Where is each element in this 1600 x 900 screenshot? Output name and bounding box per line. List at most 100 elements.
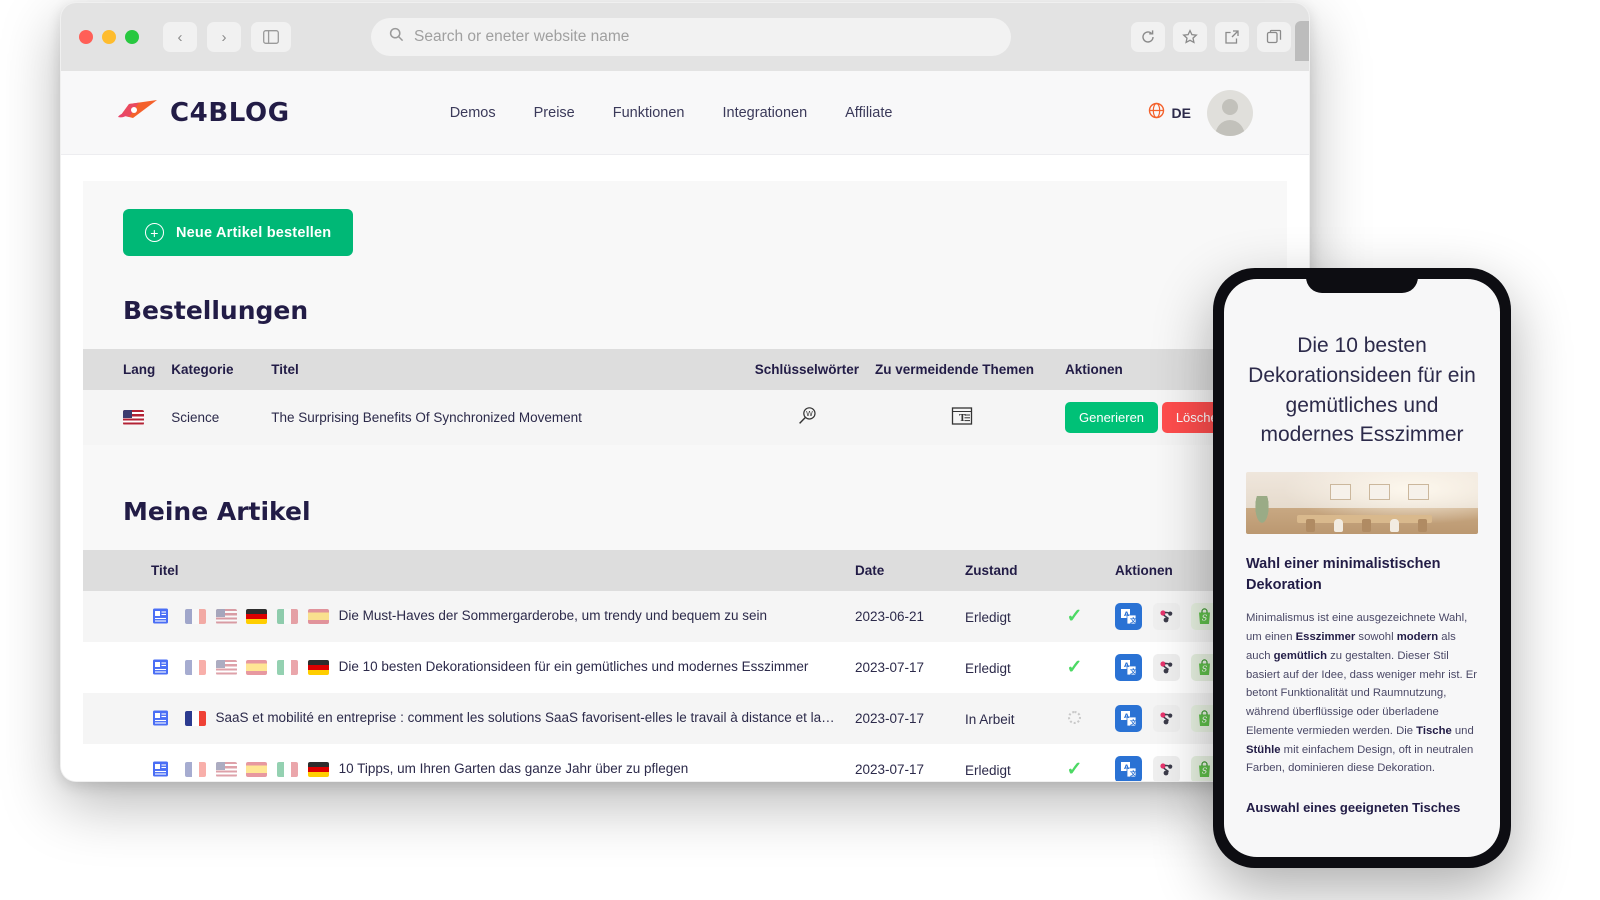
col-art-titel: Titel xyxy=(143,550,847,591)
table-row[interactable]: Die Must-Haves der Sommergarderobe, um t… xyxy=(83,591,1287,642)
cell-zustand: Erledigt ✓ xyxy=(957,642,1107,693)
svg-text:文: 文 xyxy=(1129,718,1137,727)
minimize-window-button[interactable] xyxy=(102,30,116,44)
articles-section-title: Meine Artikel xyxy=(123,497,1247,526)
col-zustand: Zustand xyxy=(957,550,1107,591)
para-bold: modern xyxy=(1397,631,1438,643)
wall-frame-3 xyxy=(1408,484,1429,500)
wordpress-icon[interactable] xyxy=(1153,756,1180,782)
chair-1 xyxy=(1306,519,1315,532)
tabs-icon[interactable] xyxy=(1257,22,1291,52)
status-label: In Arbeit xyxy=(965,712,1015,727)
para-bold: Esszimmer xyxy=(1296,631,1356,643)
flag-de-icon xyxy=(308,762,329,777)
cell-kategorie: Science xyxy=(163,390,263,445)
generate-button[interactable]: Generieren xyxy=(1065,402,1158,433)
table-row[interactable]: 10 Tipps, um Ihren Garten das ganze Jahr… xyxy=(83,744,1287,782)
cell-zustand: Erledigt ✓ xyxy=(957,744,1107,782)
articles-table: Titel Date Zustand Aktionen xyxy=(83,550,1287,782)
cell-avoid-topics[interactable]: T xyxy=(867,390,1057,445)
content-inner: + Neue Artikel bestellen Bestellungen xyxy=(83,209,1287,325)
translate-icon[interactable]: A文 xyxy=(1115,603,1142,630)
article-doc-icon xyxy=(151,709,170,728)
article-doc-icon xyxy=(151,658,170,677)
cell-spacer xyxy=(83,693,143,744)
bookmark-star-icon[interactable] xyxy=(1173,22,1207,52)
reload-icon[interactable] xyxy=(1131,22,1165,52)
col-schluesselwoerter: Schlüsselwörter xyxy=(747,349,867,390)
cell-spacer xyxy=(83,591,143,642)
table-row[interactable]: Die 10 besten Dekorationsideen für ein g… xyxy=(83,642,1287,693)
svg-text:文: 文 xyxy=(1129,616,1137,625)
article-title: Die 10 besten Dekorationsideen für ein g… xyxy=(339,659,809,674)
flag-us-icon xyxy=(123,410,144,425)
col-zu-vermeidende-themen: Zu vermeidende Themen xyxy=(867,349,1057,390)
wordpress-icon[interactable] xyxy=(1153,603,1180,630)
content-card: + Neue Artikel bestellen Bestellungen La… xyxy=(83,181,1287,781)
flag-fr-icon xyxy=(185,711,206,726)
status-label: Erledigt xyxy=(965,763,1011,778)
translate-icon[interactable]: A文 xyxy=(1115,654,1142,681)
chair-4 xyxy=(1390,519,1399,532)
maximize-window-button[interactable] xyxy=(125,30,139,44)
flag-de-icon xyxy=(308,660,329,675)
new-tab-button[interactable]: + xyxy=(1295,21,1310,61)
translate-icon[interactable]: A文 xyxy=(1115,705,1142,732)
nav-item-affiliate[interactable]: Affiliate xyxy=(845,105,892,121)
user-avatar[interactable] xyxy=(1207,90,1253,136)
article-doc-icon xyxy=(151,607,170,626)
cell-date: 2023-06-21 xyxy=(847,591,957,642)
table-row[interactable]: Science The Surprising Benefits Of Synch… xyxy=(83,390,1287,445)
back-button[interactable]: ‹ xyxy=(163,22,197,52)
dining-room-photo xyxy=(1246,472,1478,534)
cell-article-titel: SaaS et mobilité en entreprise : comment… xyxy=(143,693,847,744)
browser-titlebar: ‹ › Search or eneter website name xyxy=(61,3,1309,71)
orders-table-body: Science The Surprising Benefits Of Synch… xyxy=(83,390,1287,445)
flag-it-icon xyxy=(277,609,298,624)
keyword-search-icon: W xyxy=(796,405,818,430)
para-part: sowohl xyxy=(1355,631,1396,643)
articles-table-head: Titel Date Zustand Aktionen xyxy=(83,550,1287,591)
para-part: mit einfachem Design, oft in neutralen F… xyxy=(1246,744,1473,775)
browser-window: ‹ › Search or eneter website name xyxy=(60,2,1310,782)
share-icon[interactable] xyxy=(1215,22,1249,52)
svg-text:A: A xyxy=(1124,712,1129,720)
order-button-label: Neue Artikel bestellen xyxy=(176,225,331,241)
order-new-articles-button[interactable]: + Neue Artikel bestellen xyxy=(123,209,353,256)
cell-date: 2023-07-17 xyxy=(847,693,957,744)
cell-keywords[interactable]: W xyxy=(747,390,867,445)
language-selector[interactable]: DE xyxy=(1148,102,1191,124)
articles-header-row: Titel Date Zustand Aktionen xyxy=(83,550,1287,591)
para-bold: Tische xyxy=(1416,725,1452,737)
cell-date: 2023-07-17 xyxy=(847,744,957,782)
nav-item-demos[interactable]: Demos xyxy=(450,105,496,121)
col-date: Date xyxy=(847,550,957,591)
articles-inner: Meine Artikel xyxy=(83,497,1287,526)
close-window-button[interactable] xyxy=(79,30,93,44)
address-bar[interactable]: Search or eneter website name xyxy=(371,18,1011,56)
plant-decor xyxy=(1254,496,1270,526)
article-title: Die Must-Haves der Sommergarderobe, um t… xyxy=(339,608,767,623)
flag-es-icon xyxy=(308,609,329,624)
globe-icon xyxy=(1148,102,1165,124)
check-icon: ✓ xyxy=(1067,759,1083,780)
wordpress-icon[interactable] xyxy=(1153,705,1180,732)
para-bold: Stühle xyxy=(1246,744,1281,756)
orders-header-row: Lang Kategorie Titel Schlüsselwörter Zu … xyxy=(83,349,1287,390)
site-logo[interactable]: C4BLOG xyxy=(117,97,290,128)
language-code: DE xyxy=(1172,105,1191,121)
nav-item-preise[interactable]: Preise xyxy=(534,105,575,121)
nav-item-integrationen[interactable]: Integrationen xyxy=(722,105,807,121)
cell-article-titel: 10 Tipps, um Ihren Garten das ganze Jahr… xyxy=(143,744,847,782)
translate-icon[interactable]: A文 xyxy=(1115,756,1142,782)
nav-item-funktionen[interactable]: Funktionen xyxy=(613,105,685,121)
sidebar-icon[interactable] xyxy=(251,22,291,52)
flag-de-icon xyxy=(246,609,267,624)
wordpress-icon[interactable] xyxy=(1153,654,1180,681)
cell-article-titel: Die 10 besten Dekorationsideen für ein g… xyxy=(143,642,847,693)
forward-button[interactable]: › xyxy=(207,22,241,52)
logo-text: C4BLOG xyxy=(170,98,290,128)
col-lang: Lang xyxy=(83,349,163,390)
table-row[interactable]: SaaS et mobilité en entreprise : comment… xyxy=(83,693,1287,744)
window-traffic-lights xyxy=(79,30,139,44)
